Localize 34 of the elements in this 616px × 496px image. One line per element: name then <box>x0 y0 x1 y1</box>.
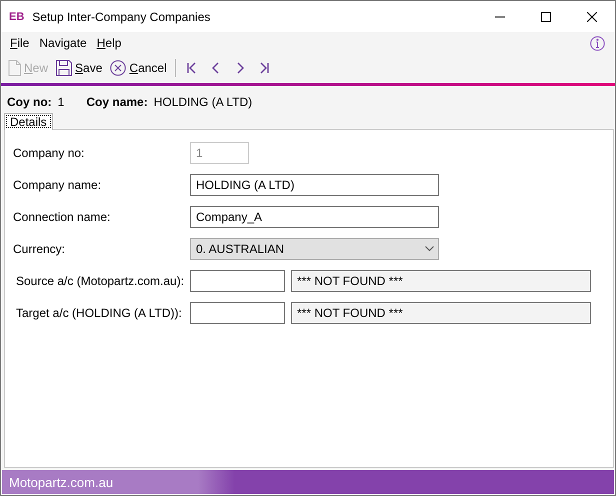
info-icon[interactable] <box>590 36 605 50</box>
text-field[interactable]: Company_A <box>190 206 439 228</box>
maximize-icon <box>541 12 551 22</box>
field-label: Source a/c (Motopartz.com.au): <box>15 274 186 288</box>
field-label: Company name: <box>13 178 102 192</box>
cancel-button[interactable]: Cancel <box>107 58 170 78</box>
save-button[interactable]: Save <box>53 58 106 78</box>
status-bar: Motopartz.com.au <box>2 470 614 494</box>
menu-item[interactable]: Help <box>92 36 126 50</box>
text-field[interactable]: HOLDING (A LTD) <box>190 174 439 196</box>
header-label: Coy name: <box>86 95 148 109</box>
last-record-icon <box>258 61 270 75</box>
header-label: Coy no: <box>7 95 52 109</box>
account-field[interactable] <box>190 270 285 292</box>
menu-item[interactable]: Navigate <box>34 36 92 50</box>
field-label: Currency: <box>13 242 66 256</box>
field-label: Connection name: <box>13 210 112 224</box>
account-description-field: *** NOT FOUND *** <box>291 270 591 292</box>
cancel-icon <box>110 60 126 76</box>
account-description-field: *** NOT FOUND *** <box>291 302 591 324</box>
first-record-icon <box>186 61 198 75</box>
account-field[interactable] <box>190 302 285 324</box>
document-icon <box>8 60 21 76</box>
menu-item[interactable]: File <box>5 36 34 50</box>
field-label: Target a/c (HOLDING (A LTD)): <box>15 306 183 320</box>
field-label: Company no: <box>13 146 86 160</box>
header-value: 1 <box>58 95 64 109</box>
window-title: Setup Inter-Company Companies <box>32 10 212 24</box>
chevron-down-icon <box>425 246 434 252</box>
app-logo: EB <box>9 10 24 22</box>
header-value: HOLDING (A LTD) <box>154 95 252 109</box>
currency-dropdown[interactable]: 0. AUSTRALIAN <box>190 238 439 260</box>
details-tab[interactable]: Details <box>4 113 53 130</box>
close-icon <box>587 12 597 22</box>
